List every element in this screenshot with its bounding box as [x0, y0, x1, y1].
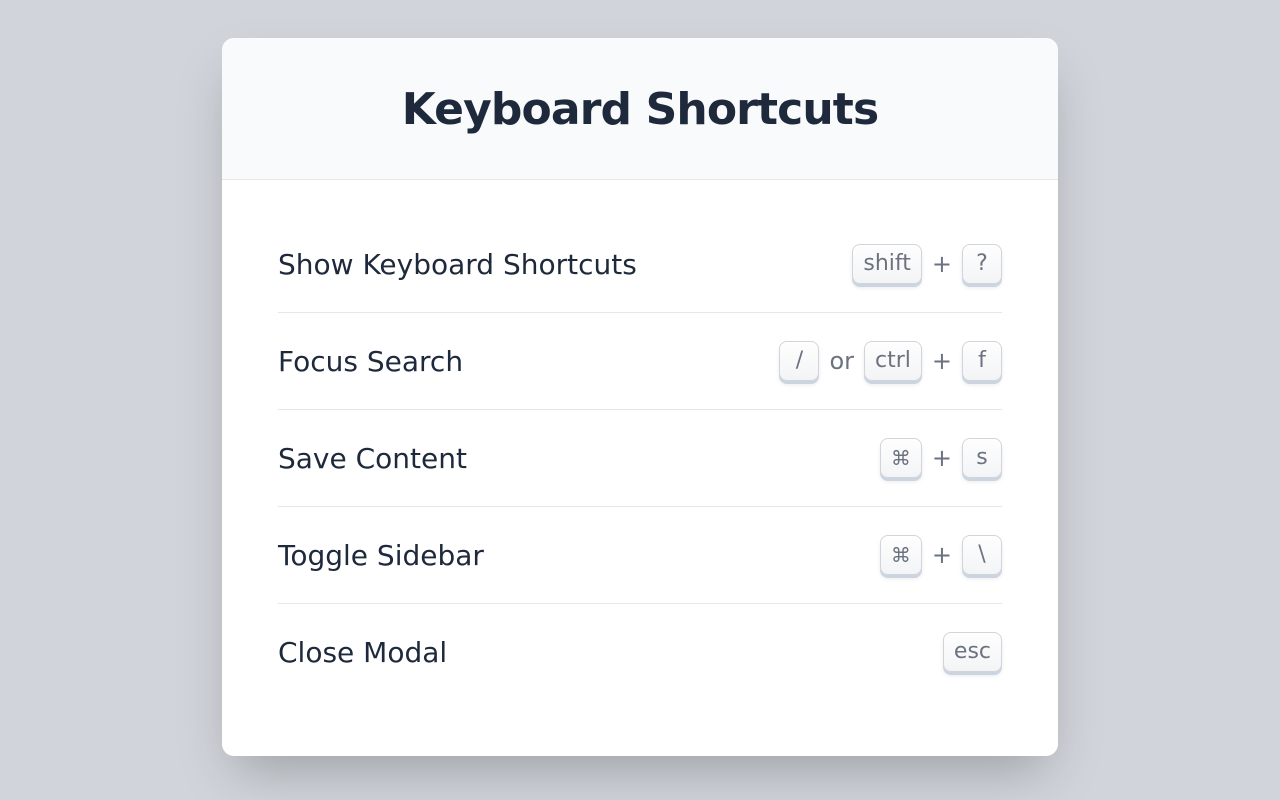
keyboard-shortcuts-modal: Keyboard Shortcuts Show Keyboard Shortcu…	[222, 38, 1058, 756]
separator-plus: +	[932, 347, 952, 375]
key-esc: esc	[943, 632, 1002, 672]
modal-title: Keyboard Shortcuts	[242, 84, 1038, 135]
shortcut-label: Save Content	[278, 442, 467, 475]
shortcut-label: Close Modal	[278, 636, 447, 669]
separator-or: or	[829, 347, 854, 375]
shortcut-row-toggle-sidebar: Toggle Sidebar ⌘ + \	[278, 507, 1002, 604]
shortcut-keys: ⌘ + s	[880, 438, 1002, 478]
key-shift: shift	[852, 244, 922, 284]
shortcut-label: Show Keyboard Shortcuts	[278, 248, 637, 281]
shortcut-keys: / or ctrl + f	[779, 341, 1002, 381]
key-backslash: \	[962, 535, 1002, 575]
key-f: f	[962, 341, 1002, 381]
key-slash: /	[779, 341, 819, 381]
shortcut-label: Toggle Sidebar	[278, 539, 484, 572]
shortcut-row-show-keyboard-shortcuts: Show Keyboard Shortcuts shift + ?	[278, 216, 1002, 313]
shortcut-row-focus-search: Focus Search / or ctrl + f	[278, 313, 1002, 410]
modal-header: Keyboard Shortcuts	[222, 38, 1058, 180]
shortcut-label: Focus Search	[278, 345, 463, 378]
shortcut-keys: shift + ?	[852, 244, 1002, 284]
key-s: s	[962, 438, 1002, 478]
key-command: ⌘	[880, 535, 922, 575]
modal-body: Show Keyboard Shortcuts shift + ? Focus …	[222, 180, 1058, 756]
separator-plus: +	[932, 541, 952, 569]
key-question-mark: ?	[962, 244, 1002, 284]
shortcut-row-close-modal: Close Modal esc	[278, 604, 1002, 700]
shortcut-row-save-content: Save Content ⌘ + s	[278, 410, 1002, 507]
shortcut-keys: ⌘ + \	[880, 535, 1002, 575]
key-command: ⌘	[880, 438, 922, 478]
separator-plus: +	[932, 444, 952, 472]
shortcut-keys: esc	[943, 632, 1002, 672]
key-ctrl: ctrl	[864, 341, 922, 381]
separator-plus: +	[932, 250, 952, 278]
